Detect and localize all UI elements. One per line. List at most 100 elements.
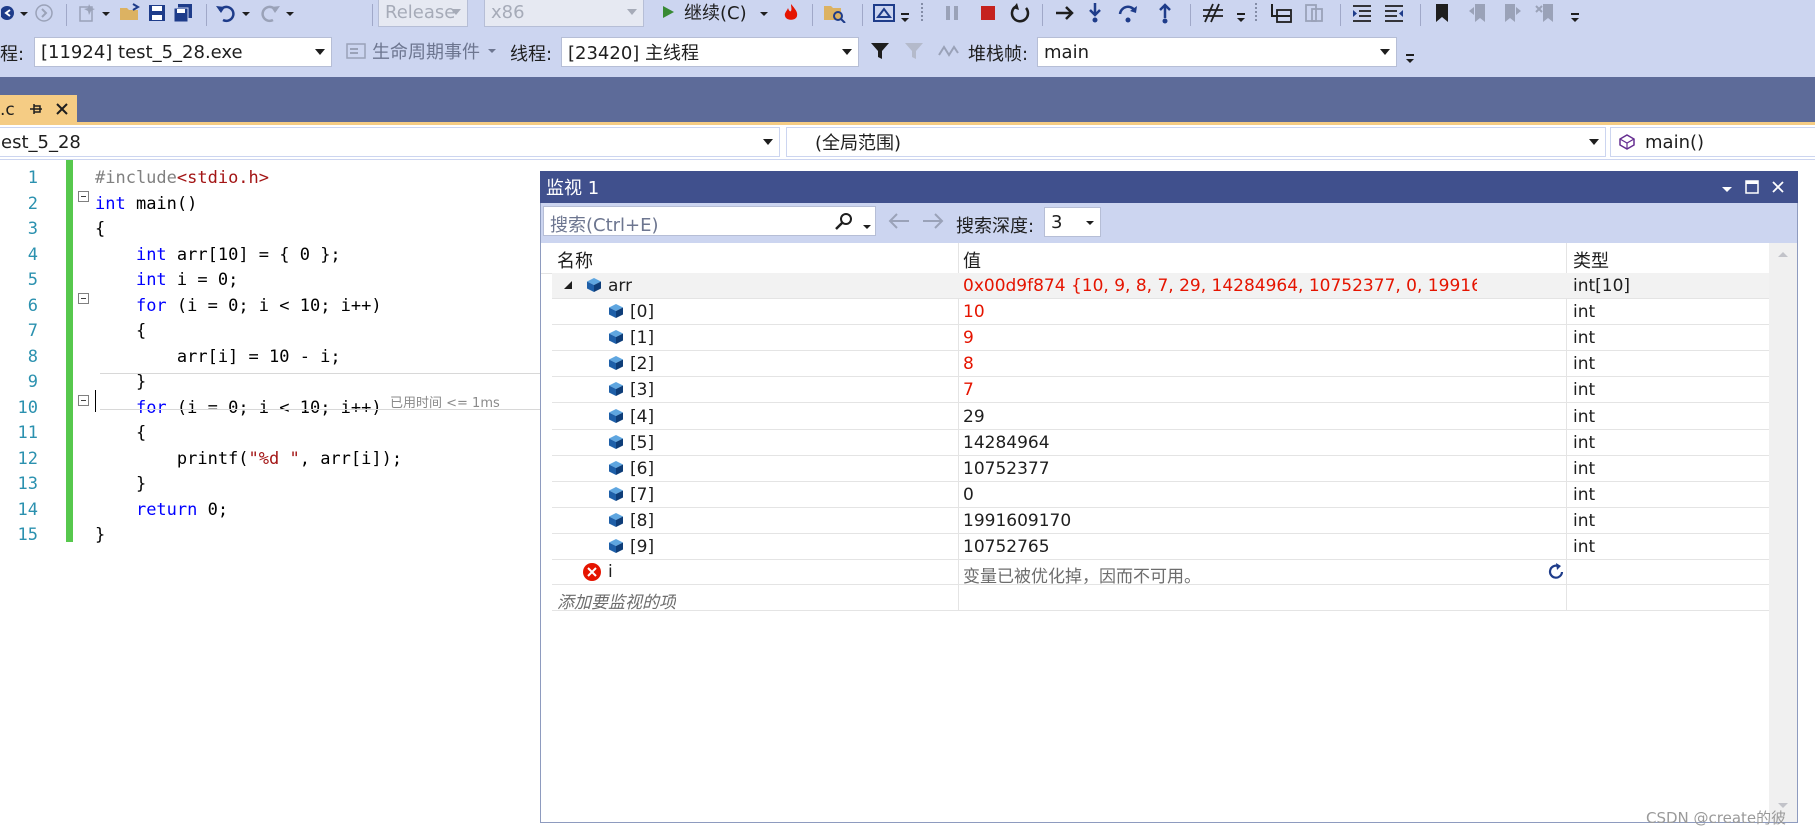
- member-select[interactable]: main(): [1610, 127, 1815, 157]
- back-dropdown-icon[interactable]: [18, 1, 30, 25]
- tab-source-file[interactable]: .c: [0, 95, 77, 125]
- code-line[interactable]: }: [95, 372, 146, 392]
- save-icon[interactable]: [146, 1, 168, 25]
- undo-dropdown-icon[interactable]: [240, 1, 252, 25]
- application-insights-icon[interactable]: [872, 1, 898, 25]
- next-bookmark-icon[interactable]: [1500, 1, 1524, 25]
- step-out-icon[interactable]: [1154, 1, 1176, 25]
- watch-value[interactable]: 10752377: [963, 459, 1477, 479]
- undo-icon[interactable]: [214, 1, 238, 25]
- step-into-icon[interactable]: [1084, 1, 1106, 25]
- search-next-icon[interactable]: [921, 211, 945, 236]
- refresh-icon[interactable]: [1546, 562, 1566, 587]
- code-line[interactable]: #include<stdio.h>: [95, 168, 269, 188]
- watch-value[interactable]: 10: [963, 302, 1477, 322]
- save-all-icon[interactable]: [172, 1, 196, 25]
- watch-value[interactable]: 10752765: [963, 537, 1477, 557]
- navigate-back-icon[interactable]: [0, 1, 18, 25]
- solution-platform-select[interactable]: x86: [484, 0, 644, 27]
- output-window-icon[interactable]: [1268, 1, 1294, 25]
- redo-icon[interactable]: [258, 1, 282, 25]
- new-project-icon[interactable]: [76, 1, 98, 25]
- watch-row-element[interactable]: [5] 14284964 int: [552, 430, 1769, 456]
- watch-row-element[interactable]: [1] 9 int: [552, 325, 1769, 352]
- watch-value[interactable]: 8: [963, 354, 1477, 374]
- code-line[interactable]: {: [95, 423, 146, 443]
- fold-toggle-for2[interactable]: [78, 395, 89, 406]
- continue-button[interactable]: 继续(C): [660, 0, 766, 24]
- code-line[interactable]: int i = 0;: [95, 270, 238, 290]
- search-previous-icon[interactable]: [887, 211, 911, 236]
- watch-value[interactable]: 0x00d9f874 {10, 9, 8, 7, 29, 14284964, 1…: [963, 276, 1477, 296]
- stop-icon[interactable]: [976, 1, 1000, 25]
- show-next-statement-icon[interactable]: [1052, 1, 1078, 25]
- lifecycle-events-button[interactable]: 生命周期事件: [372, 39, 502, 63]
- scroll-up-icon[interactable]: [1777, 249, 1789, 259]
- previous-bookmark-icon[interactable]: [1466, 1, 1490, 25]
- restart-icon[interactable]: [1008, 1, 1032, 25]
- watch-row-element[interactable]: [4] 29 int: [552, 404, 1769, 430]
- show-threads-in-source-icon[interactable]: [936, 39, 960, 63]
- watch-search-box[interactable]: 搜索(Ctrl+E): [543, 206, 876, 236]
- watch-vertical-scrollbar[interactable]: [1769, 243, 1797, 822]
- watch-search-input[interactable]: 搜索(Ctrl+E): [550, 211, 659, 237]
- stack-frame-select[interactable]: main: [1037, 37, 1397, 67]
- toolbar-options-icon[interactable]: [1404, 47, 1416, 71]
- search-icon[interactable]: [834, 212, 854, 237]
- pause-icon[interactable]: [940, 1, 964, 25]
- thread-select[interactable]: [23420] 主线程: [561, 37, 859, 67]
- watch-value[interactable]: 29: [963, 407, 1477, 427]
- solution-configuration-select[interactable]: Release: [378, 0, 468, 27]
- watch-value[interactable]: 9: [963, 328, 1477, 348]
- watch-row-element[interactable]: [6] 10752377 int: [552, 456, 1769, 482]
- watch-row-arr[interactable]: arr 0x00d9f874 {10, 9, 8, 7, 29, 14284964…: [552, 273, 1769, 299]
- watch-value[interactable]: 0: [963, 485, 1477, 505]
- watch-row-element[interactable]: [7] 0 int: [552, 482, 1769, 508]
- watch-row-error[interactable]: i 变量已被优化掉，因而不可用。: [552, 559, 1769, 587]
- project-select[interactable]: est_5_28: [0, 127, 780, 157]
- close-icon[interactable]: [54, 101, 70, 122]
- search-dropdown-icon[interactable]: [862, 217, 872, 237]
- open-folder-icon[interactable]: [118, 1, 142, 25]
- column-header-name[interactable]: 名称: [557, 247, 593, 273]
- watch-add-item-row[interactable]: 添加要监视的项: [552, 585, 1769, 613]
- scope-select[interactable]: (全局范围): [786, 127, 1606, 157]
- filter-icon[interactable]: [868, 39, 892, 63]
- window-position-icon[interactable]: [1720, 180, 1734, 201]
- step-over-icon[interactable]: [1116, 1, 1140, 25]
- watch-title-bar[interactable]: 监视 1: [540, 171, 1798, 203]
- column-header-value[interactable]: 值: [963, 247, 981, 273]
- watch-value[interactable]: 7: [963, 380, 1477, 400]
- code-line[interactable]: arr[i] = 10 - i;: [95, 347, 341, 367]
- navigate-forward-icon[interactable]: [34, 1, 54, 25]
- code-line[interactable]: }: [95, 525, 105, 545]
- code-line[interactable]: printf("%d ", arr[i]);: [95, 449, 402, 469]
- lifecycle-events-icon[interactable]: [344, 39, 368, 63]
- perf-tip[interactable]: 已用时间 <= 1ms: [390, 392, 500, 411]
- search-depth-select[interactable]: 3: [1044, 207, 1101, 237]
- maximize-icon[interactable]: [1744, 179, 1760, 200]
- format-icon[interactable]: [1302, 1, 1326, 25]
- code-line[interactable]: {: [95, 321, 146, 341]
- add-watch-placeholder[interactable]: 添加要监视的项: [557, 588, 676, 613]
- watch-row-element[interactable]: [0] 10 int: [552, 299, 1769, 326]
- process-select[interactable]: [11924] test_5_28.exe: [34, 37, 332, 67]
- hex-display-icon[interactable]: [1200, 1, 1226, 25]
- column-header-type[interactable]: 类型: [1573, 247, 1609, 273]
- code-line[interactable]: for (i = 0; i < 10; i++): [95, 398, 382, 418]
- flag-threads-icon[interactable]: [902, 39, 926, 63]
- watch-row-element[interactable]: [8] 1991609170 int: [552, 508, 1769, 534]
- watch-value[interactable]: 14284964: [963, 433, 1477, 453]
- decrease-indent-icon[interactable]: [1350, 1, 1374, 25]
- code-line[interactable]: }: [95, 474, 146, 494]
- code-line[interactable]: int arr[10] = { 0 };: [95, 245, 341, 265]
- watch-value[interactable]: 1991609170: [963, 511, 1477, 531]
- clear-bookmarks-icon[interactable]: [1534, 1, 1558, 25]
- watch-row-element[interactable]: [3] 7 int: [552, 377, 1769, 404]
- continue-dropdown-icon[interactable]: [758, 1, 770, 25]
- redo-dropdown-icon[interactable]: [284, 1, 296, 25]
- new-dropdown-icon[interactable]: [100, 1, 112, 25]
- code-line[interactable]: return 0;: [95, 500, 228, 520]
- watch-row-element[interactable]: [9] 10752765 int: [552, 534, 1769, 560]
- fold-toggle-main[interactable]: [78, 191, 89, 202]
